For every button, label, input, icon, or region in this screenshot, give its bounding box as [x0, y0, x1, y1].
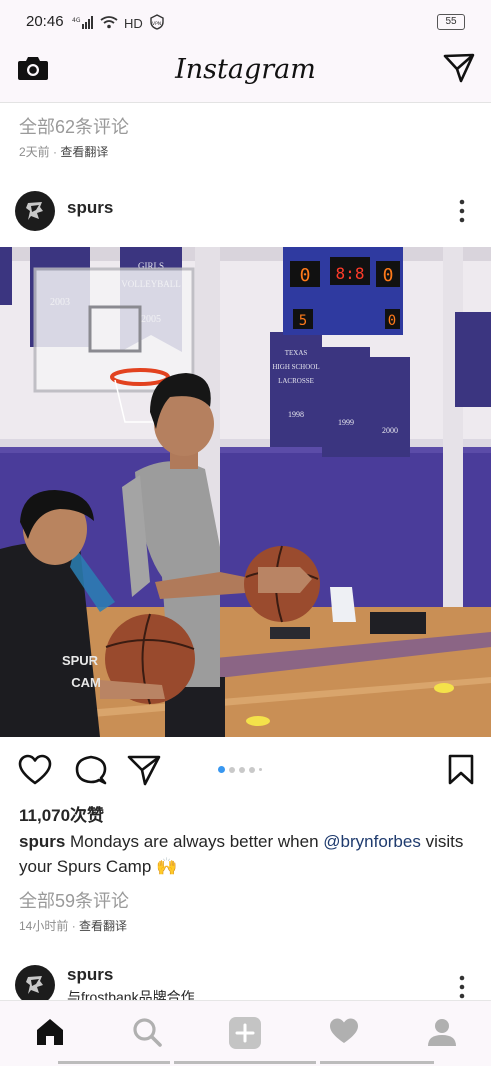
- svg-text:VPN: VPN: [152, 21, 161, 27]
- carousel-dot: [249, 766, 255, 773]
- prev-view-all-comments-link[interactable]: 全部62条评论: [19, 113, 129, 139]
- svg-text:TEXAS: TEXAS: [285, 349, 308, 357]
- svg-text:4G: 4G: [72, 17, 81, 24]
- post-header: spurs: [0, 181, 491, 241]
- prev-post-meta: 2天前 · 查看翻译: [19, 145, 109, 159]
- vpn-icon: VPN: [149, 14, 165, 33]
- post-time: 14小时前: [19, 919, 69, 933]
- svg-text:2000: 2000: [382, 426, 398, 435]
- more-options-icon[interactable]: [459, 199, 465, 228]
- like-heart-icon[interactable]: [18, 754, 52, 791]
- comment-icon[interactable]: [74, 754, 108, 791]
- post-username[interactable]: spurs: [67, 198, 113, 218]
- status-icons: 4G HD VPN: [72, 14, 165, 33]
- post-actions: [0, 748, 491, 792]
- caption-username[interactable]: spurs: [19, 832, 65, 851]
- post-meta: 14小时前 · 查看翻译: [19, 919, 128, 933]
- gesture-bar: [174, 1061, 316, 1064]
- svg-text:HIGH SCHOOL: HIGH SCHOOL: [272, 363, 319, 371]
- svg-text:CAM: CAM: [71, 675, 101, 690]
- svg-text:1998: 1998: [288, 410, 304, 419]
- bottom-navigation: [0, 1000, 491, 1066]
- caption-text: Mondays are always better when: [65, 832, 324, 851]
- svg-text:5: 5: [299, 313, 307, 329]
- share-send-icon[interactable]: [127, 754, 161, 791]
- svg-text:0: 0: [300, 265, 311, 286]
- gesture-bar: [58, 1061, 170, 1064]
- svg-text:LACROSSE: LACROSSE: [278, 377, 314, 385]
- svg-text:0: 0: [388, 313, 396, 329]
- profile-icon[interactable]: [427, 1017, 457, 1052]
- activity-heart-icon[interactable]: [329, 1017, 359, 1050]
- svg-text:0: 0: [383, 265, 394, 286]
- top-bar: Instagram: [0, 40, 491, 103]
- svg-text:8:8: 8:8: [336, 264, 365, 283]
- next-post-username[interactable]: spurs: [67, 965, 113, 985]
- wifi-icon: [100, 15, 118, 32]
- prev-post-time: 2天前: [19, 145, 50, 159]
- signal-icon: 4G: [72, 15, 94, 32]
- status-bar: 20:46 4G HD VPN 55: [0, 0, 491, 40]
- direct-message-icon[interactable]: [443, 53, 475, 88]
- status-time: 20:46: [26, 13, 64, 30]
- next-post-avatar[interactable]: [15, 965, 55, 1005]
- svg-text:1999: 1999: [338, 418, 354, 427]
- post-photo[interactable]: GIRLS VOLLEYBALL 2005 2003 TEXAS HIGH SC…: [0, 247, 491, 737]
- avatar[interactable]: [15, 191, 55, 231]
- carousel-dot: [239, 766, 245, 773]
- instagram-logo: Instagram: [175, 54, 316, 85]
- post-caption: spurs Mondays are always better when @br…: [19, 829, 479, 879]
- translate-link[interactable]: 查看翻译: [79, 919, 127, 933]
- like-count[interactable]: 11,070次赞: [19, 801, 104, 826]
- add-post-icon[interactable]: [229, 1017, 261, 1054]
- prev-translate-link[interactable]: 查看翻译: [60, 145, 108, 159]
- save-bookmark-icon[interactable]: [448, 754, 474, 791]
- search-icon[interactable]: [132, 1017, 162, 1052]
- svg-text:SPUR: SPUR: [62, 653, 99, 668]
- carousel-dot: [229, 766, 235, 773]
- caption-mention-link[interactable]: @brynforbes: [323, 832, 421, 851]
- gesture-bar: [320, 1061, 434, 1064]
- view-all-comments-link[interactable]: 全部59条评论: [19, 887, 129, 913]
- home-icon[interactable]: [35, 1017, 65, 1052]
- battery-icon: 55: [437, 14, 465, 30]
- hd-label: HD: [124, 16, 143, 31]
- carousel-dot: [218, 766, 225, 773]
- carousel-dot: [259, 768, 262, 771]
- carousel-indicator: [218, 766, 262, 773]
